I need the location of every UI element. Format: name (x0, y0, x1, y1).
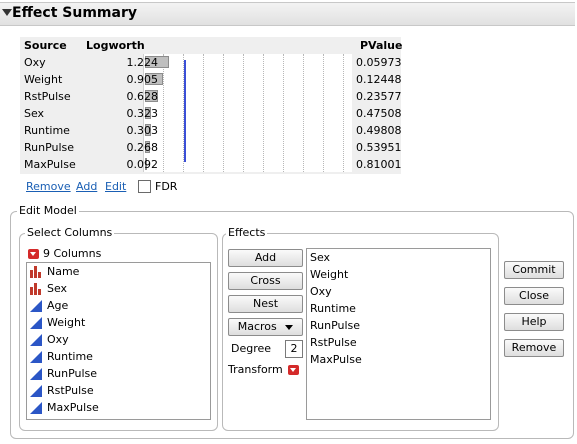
column-name: RstPulse (47, 384, 94, 397)
column-name: Sex (47, 282, 68, 295)
source-cell: Runtime (24, 124, 70, 137)
logworth-cell: 0.905 (126, 73, 159, 86)
effect-list-item[interactable]: RstPulse (310, 336, 357, 349)
close-button[interactable]: Close (504, 287, 564, 305)
effect-list-item[interactable]: Oxy (310, 285, 332, 298)
source-cell: Oxy (24, 56, 46, 69)
macros-button[interactable]: Macros (228, 318, 303, 336)
continuous-icon (30, 402, 43, 414)
column-name: Weight (47, 316, 86, 329)
continuous-icon (30, 385, 43, 397)
table-row[interactable]: RunPulse 0.268 0.53951 (20, 140, 402, 157)
continuous-icon (30, 300, 43, 312)
source-cell: RstPulse (24, 90, 71, 103)
logworth-cell: 1.224 (126, 56, 159, 69)
effect-list-item[interactable]: Sex (310, 251, 330, 264)
logworth-cell: 0.268 (126, 141, 159, 154)
fdr-checkbox[interactable] (138, 180, 151, 193)
degree-input[interactable]: 2 (285, 340, 303, 358)
transform-label: Transform (228, 363, 283, 376)
effect-list-item[interactable]: RunPulse (310, 319, 360, 332)
column-name: Age (47, 299, 69, 312)
effect-list-item[interactable]: MaxPulse (310, 353, 362, 366)
source-header: Source (24, 39, 67, 52)
logworth-cell: 0.323 (126, 107, 159, 120)
logworth-cell: 0.628 (126, 90, 159, 103)
effect-summary-header[interactable]: Effect Summary (0, 2, 575, 26)
table-row[interactable]: RstPulse 0.628 0.23577 (20, 89, 402, 106)
logworth-header: Logworth (86, 39, 145, 52)
pvalue-header: PValue (360, 39, 403, 52)
columns-menu-dropdown-icon[interactable] (28, 249, 39, 259)
source-cell: RunPulse (24, 141, 75, 154)
column-name: Runtime (47, 350, 93, 363)
select-columns-title: Select Columns (25, 226, 115, 239)
pvalue-cell: 0.47508 (356, 107, 402, 120)
table-row[interactable]: MaxPulse 0.092 0.81001 (20, 157, 402, 174)
column-name: RunPulse (47, 367, 98, 380)
remove-link[interactable]: Remove (26, 180, 71, 193)
nominal-icon (30, 283, 43, 295)
nominal-icon (30, 266, 43, 278)
column-name: Oxy (47, 333, 69, 346)
logworth-cell: 0.092 (126, 158, 159, 171)
pvalue-cell: 0.53951 (356, 141, 402, 154)
edit-link[interactable]: Edit (105, 180, 126, 193)
table-row[interactable]: Weight 0.905 0.12448 (20, 72, 402, 89)
macros-label: Macros (237, 320, 277, 333)
edit-model-title: Edit Model (17, 204, 79, 217)
pvalue-cell: 0.05973 (356, 56, 402, 69)
disclosure-triangle-icon[interactable] (2, 9, 12, 16)
pvalue-cell: 0.23577 (356, 90, 402, 103)
effect-list-item[interactable]: Weight (310, 268, 348, 281)
pvalue-cell: 0.81001 (356, 158, 402, 171)
add-link[interactable]: Add (76, 180, 97, 193)
continuous-icon (30, 317, 43, 329)
remove-effect-button[interactable]: Remove (504, 339, 564, 357)
logworth-cell: 0.303 (126, 124, 159, 137)
table-row[interactable]: Runtime 0.303 0.49808 (20, 123, 402, 140)
fdr-label: FDR (155, 180, 178, 193)
source-cell: Sex (24, 107, 45, 120)
transform-dropdown-icon[interactable] (288, 365, 299, 375)
continuous-icon (30, 351, 43, 363)
continuous-icon (30, 368, 43, 380)
outline-title: Effect Summary (12, 5, 137, 21)
cross-button[interactable]: Cross (228, 272, 303, 290)
source-cell: Weight (24, 73, 63, 86)
column-name: MaxPulse (47, 401, 99, 414)
help-button[interactable]: Help (504, 313, 564, 331)
column-count: 9 Columns (43, 247, 102, 260)
caret-down-icon (285, 324, 294, 330)
effect-list-item[interactable]: Runtime (310, 302, 356, 315)
table-row[interactable]: Sex 0.323 0.47508 (20, 106, 402, 123)
continuous-icon (30, 334, 43, 346)
commit-button[interactable]: Commit (504, 261, 564, 279)
column-name: Name (47, 265, 80, 278)
pvalue-cell: 0.49808 (356, 124, 402, 137)
degree-label: Degree (231, 342, 272, 355)
pvalue-cell: 0.12448 (356, 73, 402, 86)
source-cell: MaxPulse (24, 158, 76, 171)
nest-button[interactable]: Nest (228, 295, 303, 313)
add-effect-button[interactable]: Add (228, 249, 303, 267)
effects-title: Effects (226, 226, 268, 239)
table-row[interactable]: Oxy 1.224 0.05973 (20, 55, 402, 72)
